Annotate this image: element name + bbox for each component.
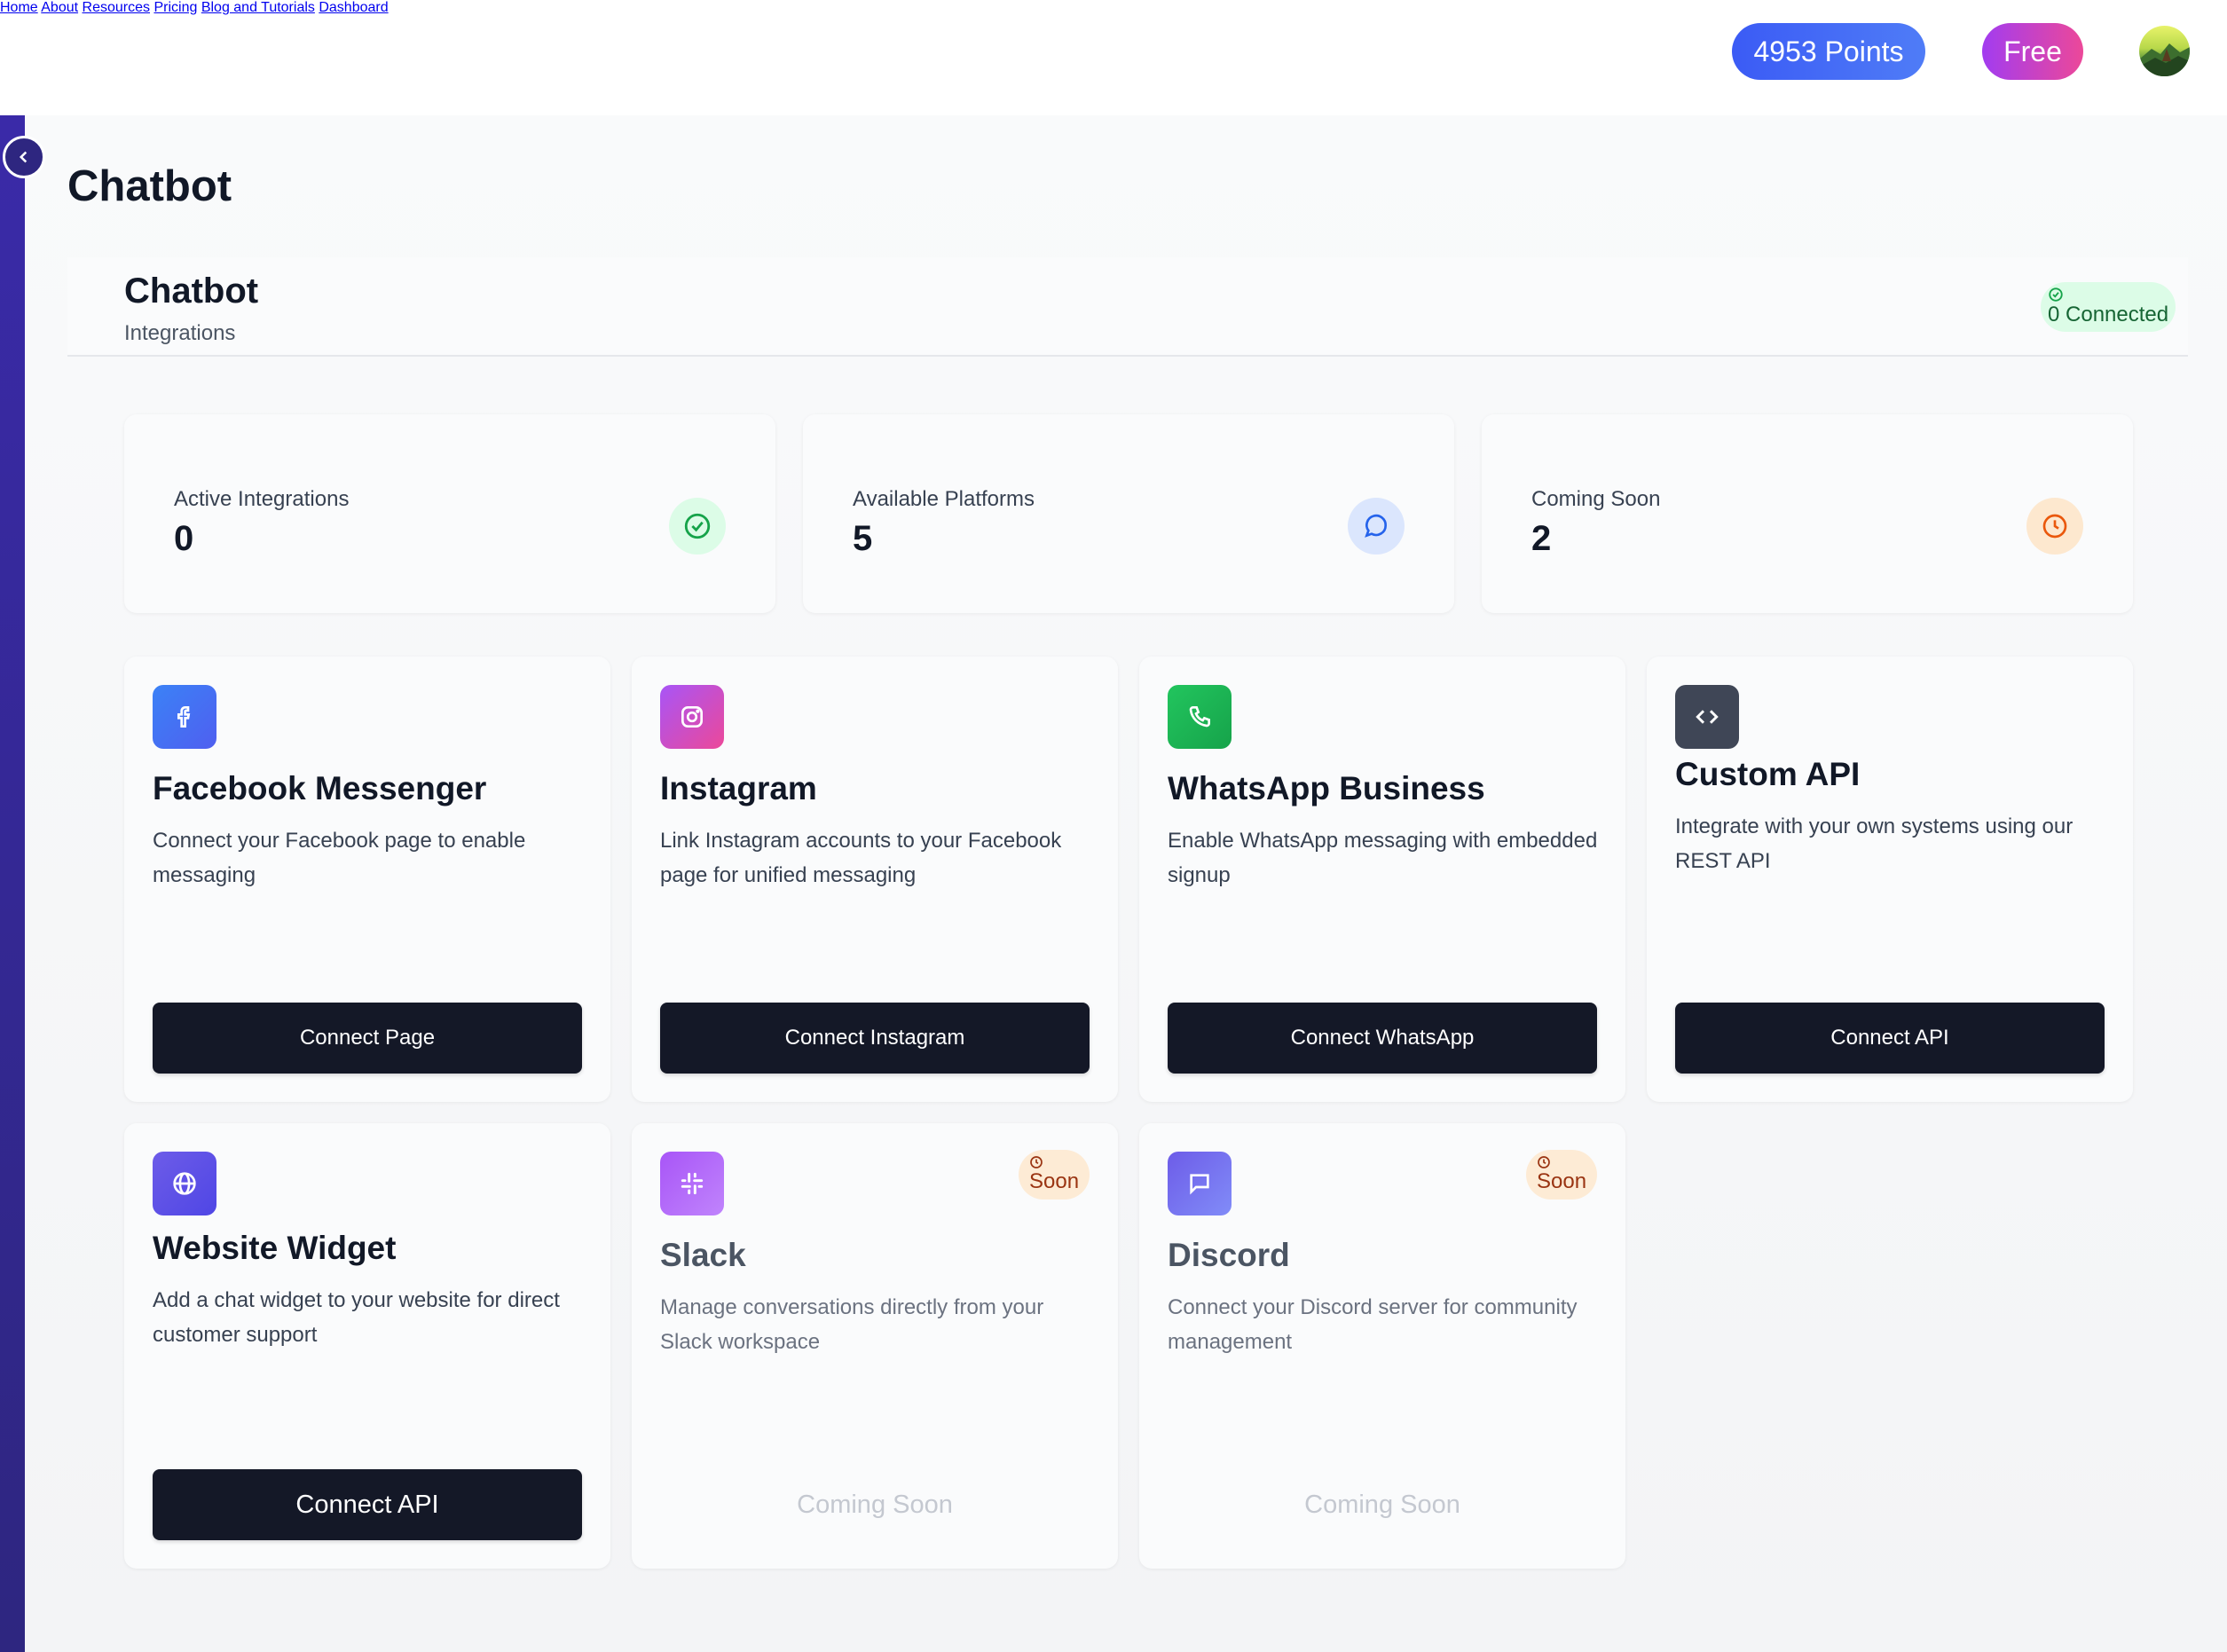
points-badge[interactable]: 4953 Points	[1732, 23, 1925, 80]
clock-icon	[2026, 498, 2083, 555]
card-title: Instagram	[660, 770, 817, 806]
stat-card-coming-soon: Coming Soon 2	[1482, 414, 2133, 613]
avatar-landscape-image	[2139, 43, 2190, 76]
integration-card-custom-api: Custom API Integrate with your own syste…	[1647, 657, 2133, 1102]
integration-card-instagram: Instagram Link Instagram accounts to you…	[632, 657, 1118, 1102]
integration-card-website-widget: Website Widget Add a chat widget to your…	[124, 1123, 610, 1569]
panel-title: Chatbot	[124, 271, 259, 311]
stat-label: Coming Soon	[1531, 487, 1661, 511]
card-description: Manage conversations directly from your …	[660, 1295, 1044, 1354]
card-description: Integrate with your own systems using ou…	[1675, 814, 2074, 873]
connect-page-button[interactable]: Connect Page	[153, 1003, 582, 1074]
user-avatar[interactable]	[2139, 26, 2190, 76]
top-navigation-bar: Home About Resources Pricing Blog and Tu…	[0, 0, 2227, 115]
card-title: Website Widget	[153, 1230, 397, 1266]
soon-badge-label: Soon	[1029, 1169, 1080, 1193]
card-title: WhatsApp Business	[1168, 770, 1485, 806]
check-circle-icon	[669, 498, 726, 555]
stat-value: 5	[853, 519, 873, 558]
nav-blog-tutorials-link[interactable]: Blog and Tutorials	[201, 0, 315, 15]
chatbot-header-panel: Chatbot Integrations 0 Connected	[67, 257, 2188, 357]
stat-card-available-platforms: Available Platforms 5	[803, 414, 1454, 613]
card-description: Link Instagram accounts to your Facebook…	[660, 829, 1062, 887]
card-title: Facebook Messenger	[153, 770, 487, 806]
integration-card-facebook-messenger: Facebook Messenger Connect your Facebook…	[124, 657, 610, 1102]
nav-dashboard-link[interactable]: Dashboard	[319, 0, 388, 15]
message-square-icon	[1168, 1152, 1232, 1215]
connect-api-button[interactable]: Connect API	[1675, 1003, 2105, 1074]
message-circle-icon	[1348, 498, 1405, 555]
soon-badge-label: Soon	[1537, 1169, 1587, 1193]
slack-icon	[660, 1152, 724, 1215]
instagram-icon	[660, 685, 724, 749]
panel-subtitle: Integrations	[124, 321, 236, 345]
facebook-icon	[153, 685, 216, 749]
clock-icon	[1030, 1156, 1043, 1168]
connect-whatsapp-button[interactable]: Connect WhatsApp	[1168, 1003, 1597, 1074]
page-title: Chatbot	[67, 162, 232, 210]
card-description: Connect your Facebook page to enable mes…	[153, 829, 526, 887]
plan-badge[interactable]: Free	[1982, 23, 2083, 80]
connected-count-badge: 0 Connected	[2041, 282, 2176, 332]
clock-icon	[1538, 1156, 1550, 1168]
stat-value: 2	[1531, 519, 1552, 558]
check-circle-icon	[2048, 287, 2064, 303]
globe-icon	[153, 1152, 216, 1215]
stat-value: 0	[174, 519, 194, 558]
collapsed-sidebar	[0, 115, 25, 1652]
nav-resources-link[interactable]: Resources	[83, 0, 150, 15]
nav-about-link[interactable]: About	[41, 0, 78, 15]
card-description: Add a chat widget to your website for di…	[153, 1288, 560, 1347]
integration-card-discord: Soon Discord Connect your Discord server…	[1139, 1123, 1625, 1569]
coming-soon-label: Coming Soon	[797, 1490, 953, 1519]
connected-count-label: 0 Connected	[2048, 303, 2169, 326]
integration-card-slack: Soon Slack Manage conversations directly…	[632, 1123, 1118, 1569]
coming-soon-label: Coming Soon	[1304, 1490, 1460, 1519]
soon-badge: Soon	[1019, 1150, 1090, 1200]
connect-instagram-button[interactable]: Connect Instagram	[660, 1003, 1090, 1074]
card-description: Enable WhatsApp messaging with embedded …	[1168, 829, 1598, 887]
code-icon	[1675, 685, 1739, 749]
integration-card-whatsapp-business: WhatsApp Business Enable WhatsApp messag…	[1139, 657, 1625, 1102]
card-title: Custom API	[1675, 756, 1861, 792]
nav-pricing-link[interactable]: Pricing	[153, 0, 197, 15]
card-title: Slack	[660, 1237, 746, 1273]
chevron-left-icon	[19, 151, 28, 163]
nav-home-link[interactable]: Home	[0, 0, 38, 15]
card-title: Discord	[1168, 1237, 1290, 1273]
stat-card-active-integrations: Active Integrations 0	[124, 414, 775, 613]
phone-icon	[1168, 685, 1232, 749]
stat-label: Active Integrations	[174, 487, 350, 511]
soon-badge: Soon	[1526, 1150, 1597, 1200]
sidebar-collapse-button[interactable]	[3, 136, 45, 178]
connect-widget-button[interactable]: Connect API	[153, 1469, 582, 1540]
stat-label: Available Platforms	[853, 487, 1035, 511]
card-description: Connect your Discord server for communit…	[1168, 1295, 1578, 1354]
main-content: Chatbot Chatbot Integrations 0 Connected…	[25, 115, 2227, 1652]
